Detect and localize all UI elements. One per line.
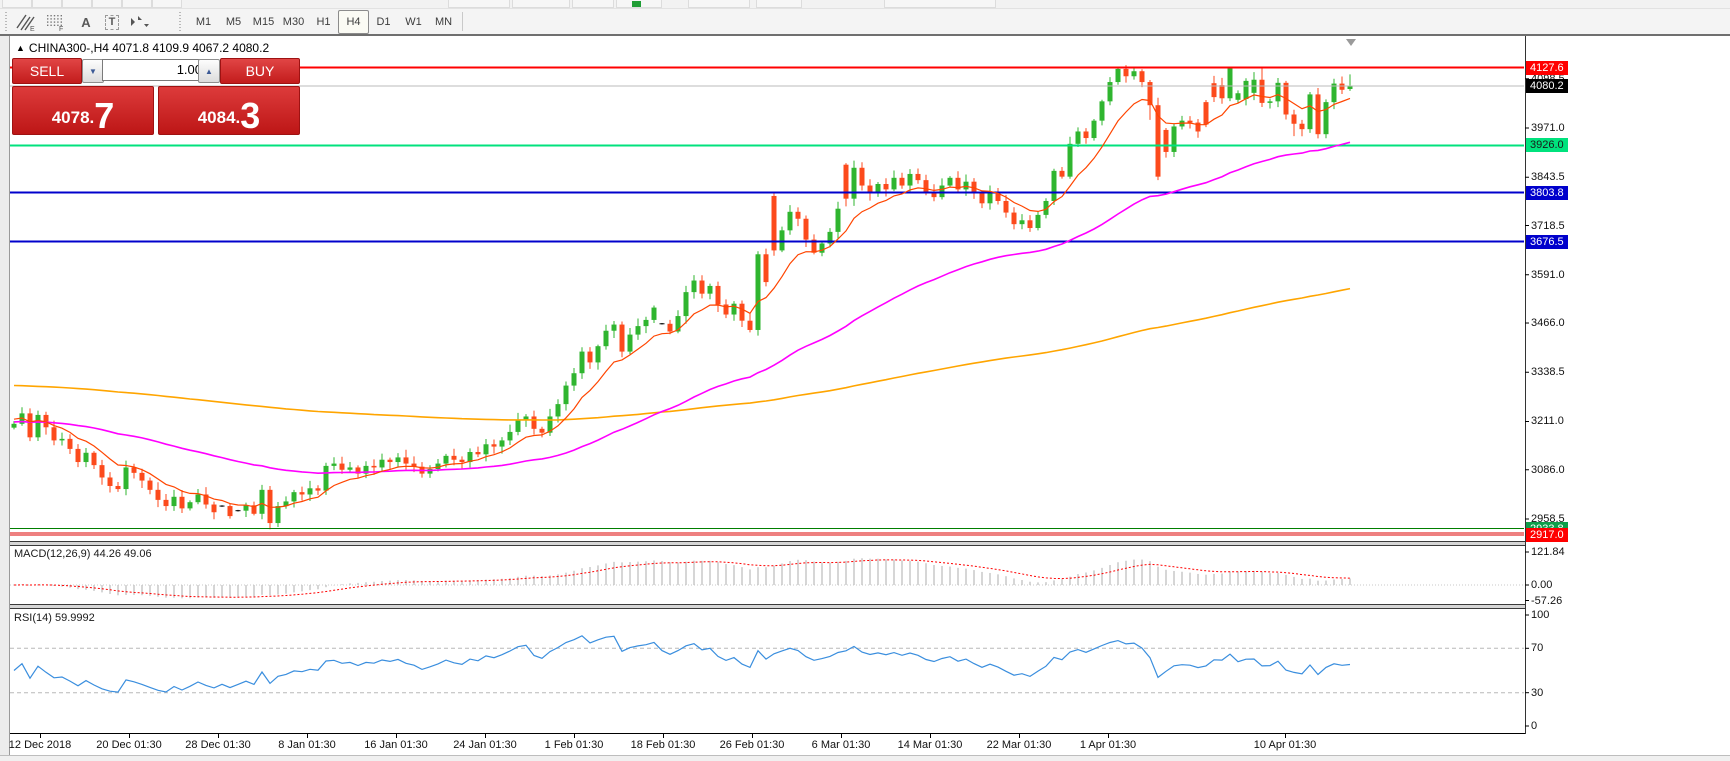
toolbar-grip[interactable] bbox=[178, 12, 182, 31]
rsi-axis-tick: 100 bbox=[1531, 609, 1549, 621]
macd-indicator-label: MACD(12,26,9) 44.26 49.06 bbox=[14, 548, 152, 560]
time-axis-label: 10 Apr 01:30 bbox=[1254, 739, 1316, 751]
ohlc-values: 4071.8 4109.9 4067.2 4080.2 bbox=[112, 41, 269, 55]
rsi-axis-tick: 30 bbox=[1531, 687, 1543, 699]
upper-toolbar-remnant bbox=[0, 0, 1730, 9]
volume-up-button[interactable]: ▲ bbox=[198, 59, 220, 83]
time-axis-label: 16 Jan 01:30 bbox=[364, 739, 428, 751]
upper-toolbar-button-remnant bbox=[688, 0, 750, 8]
svg-text:F: F bbox=[59, 26, 63, 32]
time-axis-label: 18 Feb 01:30 bbox=[631, 739, 696, 751]
time-axis-label: 1 Apr 01:30 bbox=[1080, 739, 1136, 751]
sell-price-big-digit: 7 bbox=[94, 101, 114, 131]
text-label-tool-icon[interactable]: A bbox=[72, 10, 100, 34]
one-click-trading-panel: SELL ▼ 1.00 ▲ BUY 4078.7 4084.3 bbox=[12, 58, 298, 166]
toolbar-grip[interactable] bbox=[4, 12, 8, 31]
upper-toolbar-button-remnant bbox=[62, 0, 92, 8]
buy-price-big-digit: 3 bbox=[240, 101, 260, 131]
timeframe-button-mn[interactable]: MN bbox=[428, 10, 459, 34]
time-axis-label: 14 Mar 01:30 bbox=[898, 739, 963, 751]
buy-price-main: 4084. bbox=[198, 108, 241, 128]
macd-axis-tick: 0.00 bbox=[1531, 579, 1552, 591]
rsi-axis-tick: 70 bbox=[1531, 642, 1543, 654]
macd-axis-tick: 121.84 bbox=[1531, 546, 1565, 558]
upper-toolbar-button-remnant bbox=[2, 0, 32, 8]
toolbar-separator bbox=[462, 12, 463, 31]
price-level-badge: 3926.0 bbox=[1526, 138, 1568, 152]
upper-toolbar-button-remnant bbox=[884, 0, 996, 8]
svg-text:E: E bbox=[30, 26, 35, 32]
sell-price-box[interactable]: 4078.7 bbox=[12, 86, 154, 135]
price-axis-tick: 3466.0 bbox=[1531, 317, 1565, 329]
status-bar-edge bbox=[0, 755, 1730, 761]
time-axis-label: 24 Jan 01:30 bbox=[453, 739, 517, 751]
upper-toolbar-button-remnant bbox=[32, 0, 62, 8]
chart-title: ▲ CHINA300-,H4 4071.8 4109.9 4067.2 4080.… bbox=[16, 41, 269, 55]
upper-toolbar-button-remnant bbox=[92, 0, 122, 8]
chart-window[interactable]: ▲ CHINA300-,H4 4071.8 4109.9 4067.2 4080.… bbox=[0, 36, 1730, 755]
timeframe-button-h1[interactable]: H1 bbox=[308, 10, 339, 34]
fibonacci-grid-tool-icon[interactable]: F bbox=[42, 10, 70, 34]
price-level-badge: 4127.6 bbox=[1526, 61, 1568, 75]
price-axis-tick: 3971.0 bbox=[1531, 122, 1565, 134]
timeframe-button-d1[interactable]: D1 bbox=[368, 10, 399, 34]
price-axis-tick: 3718.5 bbox=[1531, 220, 1565, 232]
upper-toolbar-button-remnant bbox=[572, 0, 614, 8]
upper-toolbar-button-remnant bbox=[122, 0, 152, 8]
price-level-badge: 2917.0 bbox=[1526, 528, 1568, 542]
macd-axis-tick: -57.26 bbox=[1531, 595, 1562, 607]
upper-toolbar-button-remnant bbox=[152, 0, 182, 8]
rsi-indicator-label: RSI(14) 59.9992 bbox=[14, 612, 95, 624]
chart-shift-marker bbox=[1346, 39, 1356, 46]
volume-input[interactable]: 1.00 bbox=[102, 59, 208, 81]
timeframe-button-m15[interactable]: M15 bbox=[248, 10, 279, 34]
upper-toolbar-button-remnant bbox=[512, 0, 570, 8]
price-level-badge: 3803.8 bbox=[1526, 186, 1568, 200]
time-axis-label: 8 Jan 01:30 bbox=[278, 739, 336, 751]
time-axis-label: 6 Mar 01:30 bbox=[812, 739, 871, 751]
timeframe-button-m1[interactable]: M1 bbox=[188, 10, 219, 34]
sell-price-main: 4078. bbox=[52, 108, 95, 128]
price-axis-tick: 3843.5 bbox=[1531, 171, 1565, 183]
connection-status-remnant bbox=[632, 1, 641, 7]
mt4-window: E F AT M1M5M15M30H1H4D1W1MN ▲ CHINA300-,H4 … bbox=[0, 0, 1730, 761]
price-level-badge: 3676.5 bbox=[1526, 235, 1568, 249]
text-tool-icon[interactable]: T bbox=[98, 10, 126, 34]
upper-toolbar-button-remnant bbox=[756, 0, 802, 8]
window-left-edge bbox=[0, 36, 10, 755]
timeframe-button-m5[interactable]: M5 bbox=[218, 10, 249, 34]
price-axis-tick: 3338.5 bbox=[1531, 366, 1565, 378]
sell-button[interactable]: SELL bbox=[12, 58, 82, 84]
price-axis-tick: 3086.0 bbox=[1531, 464, 1565, 476]
price-axis-tick: 3591.0 bbox=[1531, 269, 1565, 281]
upper-toolbar-button-remnant bbox=[448, 0, 510, 8]
timeframe-button-m30[interactable]: M30 bbox=[278, 10, 309, 34]
time-axis-label: 1 Feb 01:30 bbox=[545, 739, 604, 751]
volume-down-button[interactable]: ▼ bbox=[82, 59, 104, 83]
price-axis-tick: 3211.0 bbox=[1531, 415, 1564, 427]
cursor-tools-dropdown-icon[interactable] bbox=[124, 10, 152, 34]
symbol-period-label: CHINA300-,H4 bbox=[29, 41, 109, 55]
buy-price-box[interactable]: 4084.3 bbox=[158, 86, 300, 135]
time-axis-label: 28 Dec 01:30 bbox=[185, 739, 250, 751]
rsi-axis-tick: 0 bbox=[1531, 720, 1537, 732]
price-level-badge: 4080.2 bbox=[1526, 79, 1568, 93]
collapse-trade-panel-icon[interactable]: ▲ bbox=[16, 43, 25, 53]
time-axis-label: 20 Dec 01:30 bbox=[96, 739, 161, 751]
pitchfork-e-tool-icon[interactable]: E bbox=[12, 10, 40, 34]
timeframe-button-h4[interactable]: H4 bbox=[338, 10, 369, 34]
timeframe-button-w1[interactable]: W1 bbox=[398, 10, 429, 34]
time-axis-label: 22 Mar 01:30 bbox=[987, 739, 1052, 751]
time-axis-label: 26 Feb 01:30 bbox=[720, 739, 785, 751]
time-axis-label: 12 Dec 2018 bbox=[9, 739, 71, 751]
chart-toolbar: E F AT M1M5M15M30H1H4D1W1MN bbox=[0, 9, 1730, 36]
buy-button[interactable]: BUY bbox=[220, 58, 300, 84]
